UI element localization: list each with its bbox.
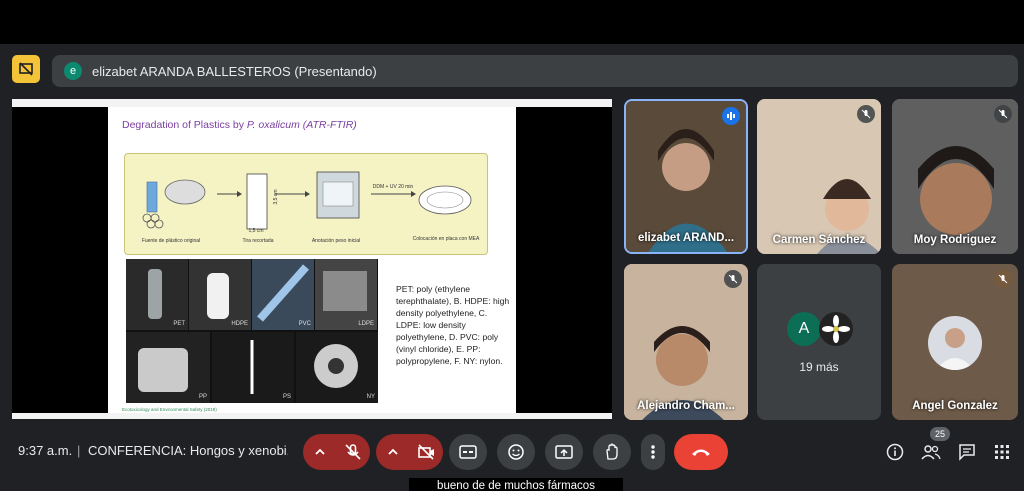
presenter-bar: e elizabet ARANDA BALLESTEROS (Presentan… <box>52 55 1018 87</box>
dim-width: 1,5 cm <box>248 228 264 234</box>
participant-name: Angel Gonzalez <box>912 400 998 412</box>
people-icon[interactable] <box>919 440 943 464</box>
caption-weight: Anotación peso inicial <box>311 238 361 244</box>
slide-legend: PET: poly (ethylene terephthalate), B. H… <box>396 284 510 366</box>
more-participants-label: 19 más <box>799 360 839 374</box>
mic-options-button[interactable] <box>303 434 337 470</box>
uv-label: DDM + UV 20 min <box>372 184 414 190</box>
mic-muted-icon <box>994 270 1012 288</box>
chat-icon[interactable] <box>955 440 979 464</box>
caption-strip: Tira recortada <box>242 238 274 244</box>
captions-icon[interactable] <box>449 434 487 470</box>
present-screen-icon[interactable] <box>545 434 583 470</box>
emoji-icon[interactable] <box>497 434 535 470</box>
shared-screen[interactable]: Degradation of Plastics by P. oxalicum (… <box>12 99 612 419</box>
presenter-label: elizabet ARANDA BALLESTEROS (Presentando… <box>92 63 377 79</box>
slide: Degradation of Plastics by P. oxalicum (… <box>108 107 516 413</box>
meeting-title: CONFERENCIA: Hongos y xenobi... <box>88 443 288 458</box>
bottom-bar: 9:37 a.m. | CONFERENCIA: Hongos y xenobi… <box>0 430 1024 475</box>
participant-name: Carmen Sánchez <box>772 234 866 246</box>
caption-source: Fuente de plástico original <box>141 238 201 244</box>
ppt-statusbar <box>12 413 612 419</box>
photo-ldpe: LDPE <box>315 259 377 330</box>
photo-ny: NY <box>296 332 378 403</box>
participant-tile-moy[interactable]: Moy Rodriguez <box>892 99 1018 254</box>
mic-muted-icon <box>857 105 875 123</box>
photo-pvc: PVC <box>252 259 314 330</box>
avatar: A <box>787 312 821 346</box>
camera-options-button[interactable] <box>376 434 410 470</box>
presenter-avatar: e <box>64 62 82 80</box>
participant-name: elizabet ARAND... <box>637 232 735 244</box>
present-icon[interactable] <box>12 55 40 83</box>
photo-ps: PS <box>212 332 294 403</box>
avatar <box>928 316 982 370</box>
mic-muted-icon <box>994 105 1012 123</box>
separator: | <box>77 443 81 458</box>
more-icon[interactable] <box>641 434 665 470</box>
plastics-photos: PET HDPE PVC LDPE PP PS NY <box>126 259 378 403</box>
mic-muted-icon <box>724 270 742 288</box>
people-count-badge: 25 <box>930 427 950 441</box>
clock: 9:37 a.m. <box>18 443 73 458</box>
dim-length: 3,5 cm <box>273 189 279 205</box>
mic-off-icon[interactable] <box>336 434 370 470</box>
slide-footnote: Ecotoxicology and Environmental Safety (… <box>122 407 217 412</box>
photo-hdpe: HDPE <box>189 259 251 330</box>
ppt-titlebar <box>12 99 612 107</box>
activities-icon[interactable] <box>990 440 1014 464</box>
raise-hand-icon[interactable] <box>593 434 631 470</box>
top-letterbox <box>0 0 1024 44</box>
participant-tile-angel[interactable]: Angel Gonzalez <box>892 264 1018 420</box>
photo-pp: PP <box>126 332 210 403</box>
live-caption: bueno de de muchos fármacos <box>409 478 623 491</box>
caption-plate: Colocación en placa con MEA <box>412 236 480 242</box>
speaking-icon <box>722 107 740 125</box>
hangup-icon[interactable] <box>674 434 728 470</box>
avatar-flower <box>819 312 853 346</box>
participant-tile-more[interactable]: A 19 más <box>757 264 881 420</box>
participant-tile-alejandro[interactable]: Alejandro Cham... <box>624 264 748 420</box>
photo-pet: PET <box>126 259 188 330</box>
process-diagram: Fuente de plástico original Tira recorta… <box>124 153 488 255</box>
cam-off-icon[interactable] <box>409 434 443 470</box>
participant-name: Alejandro Cham... <box>637 400 735 412</box>
participant-name: Moy Rodriguez <box>913 234 997 246</box>
info-icon[interactable] <box>883 440 907 464</box>
participant-tile-elizabet[interactable]: elizabet ARAND... <box>624 99 748 254</box>
participant-tile-carmen[interactable]: Carmen Sánchez <box>757 99 881 254</box>
slide-title: Degradation of Plastics by P. oxalicum (… <box>122 119 357 131</box>
